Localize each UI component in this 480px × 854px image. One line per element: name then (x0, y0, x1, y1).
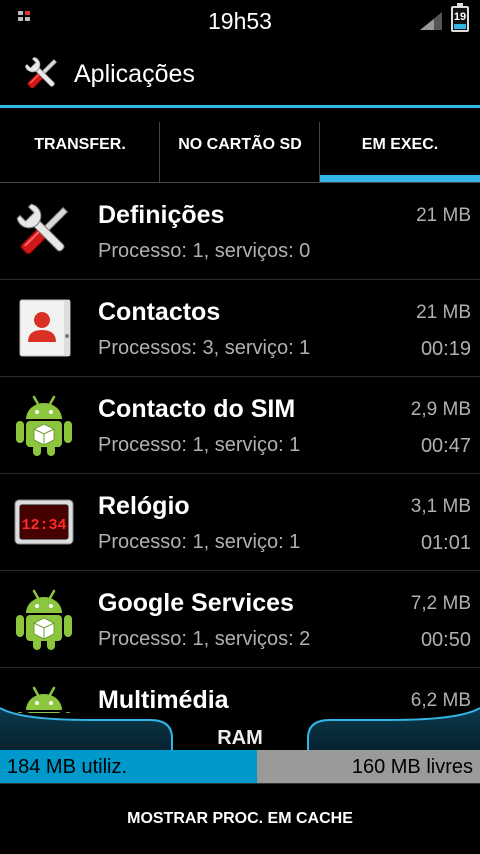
page-title: Aplicações (74, 60, 195, 88)
app-memory-size: 7,2 MB (410, 593, 471, 614)
list-item[interactable]: Definições Processo: 1, serviços: 0 21 M… (0, 183, 480, 280)
app-memory-size: 3,1 MB (410, 496, 471, 517)
battery-icon: 19 (451, 3, 469, 32)
ram-used-text: 184 MB utiliz. (7, 756, 128, 778)
app-memory-size: 21 MB (416, 302, 471, 323)
android-icon (12, 587, 76, 651)
battery-level: 19 (453, 11, 467, 23)
app-name: Definições (98, 201, 225, 229)
status-time: 19h53 (208, 8, 272, 34)
app-run-time: 01:01 (420, 532, 471, 554)
app-run-time: 00:19 (420, 338, 471, 360)
running-apps-list[interactable]: Definições Processo: 1, serviços: 0 21 M… (0, 183, 480, 713)
signal-icon (420, 12, 442, 30)
ram-free-text: 160 MB livres (351, 756, 473, 778)
tab-label: EM EXEC. (361, 136, 439, 153)
clock-face-text: 12:34 (21, 517, 66, 534)
app-process-detail: Processo: 1, serviço: 1 (98, 434, 301, 456)
app-process-detail: Processo: 1, serviços: 0 (98, 240, 311, 262)
settings-tools-icon[interactable] (22, 54, 62, 94)
app-run-time: 00:47 (420, 435, 471, 457)
tab-label: TRANSFER. (34, 136, 126, 153)
clock-icon: 12:34 (12, 490, 76, 554)
tab-downloaded[interactable]: TRANSFER. (0, 108, 160, 182)
app-name: Google Services (98, 589, 294, 617)
status-bar: 19h53 19 (0, 0, 480, 40)
contacts-icon (12, 296, 76, 360)
tab-bar: TRANSFER. NO CARTÃO SD EM EXEC. (0, 108, 480, 183)
tab-selected-indicator (320, 175, 480, 182)
app-memory-size: 21 MB (416, 205, 471, 226)
app-name: Relógio (98, 492, 190, 520)
list-item[interactable]: Contactos Processos: 3, serviço: 1 21 MB… (0, 280, 480, 377)
app-memory-size: 2,9 MB (410, 399, 471, 420)
tab-label: NO CARTÃO SD (178, 136, 302, 153)
list-item[interactable]: 12:34 Relógio Processo: 1, serviço: 1 3,… (0, 474, 480, 571)
button-label: MOSTRAR PROC. EM CACHE (127, 810, 353, 827)
list-item[interactable]: Google Services Processo: 1, serviços: 2… (0, 571, 480, 668)
show-cached-processes-button[interactable]: MOSTRAR PROC. EM CACHE (0, 783, 480, 854)
app-name: Contacto do SIM (98, 395, 296, 423)
app-process-detail: Processos: 3, serviço: 1 (98, 337, 311, 359)
list-item[interactable]: Contacto do SIM Processo: 1, serviço: 1 … (0, 377, 480, 474)
app-run-time: 00:50 (420, 629, 471, 651)
tab-running[interactable]: EM EXEC. (320, 108, 480, 182)
ram-usage-bar: 184 MB utiliz. 160 MB livres (0, 750, 480, 783)
ram-label: RAM (217, 727, 263, 749)
action-bar: Aplicações (0, 40, 480, 108)
app-process-detail: Processo: 1, serviço: 1 (98, 531, 301, 553)
tab-sd-card[interactable]: NO CARTÃO SD (160, 108, 320, 182)
android-icon (12, 393, 76, 457)
app-name: Contactos (98, 298, 221, 326)
app-process-detail: Processo: 1, serviços: 2 (98, 628, 311, 650)
settings-tools-icon (12, 199, 76, 263)
